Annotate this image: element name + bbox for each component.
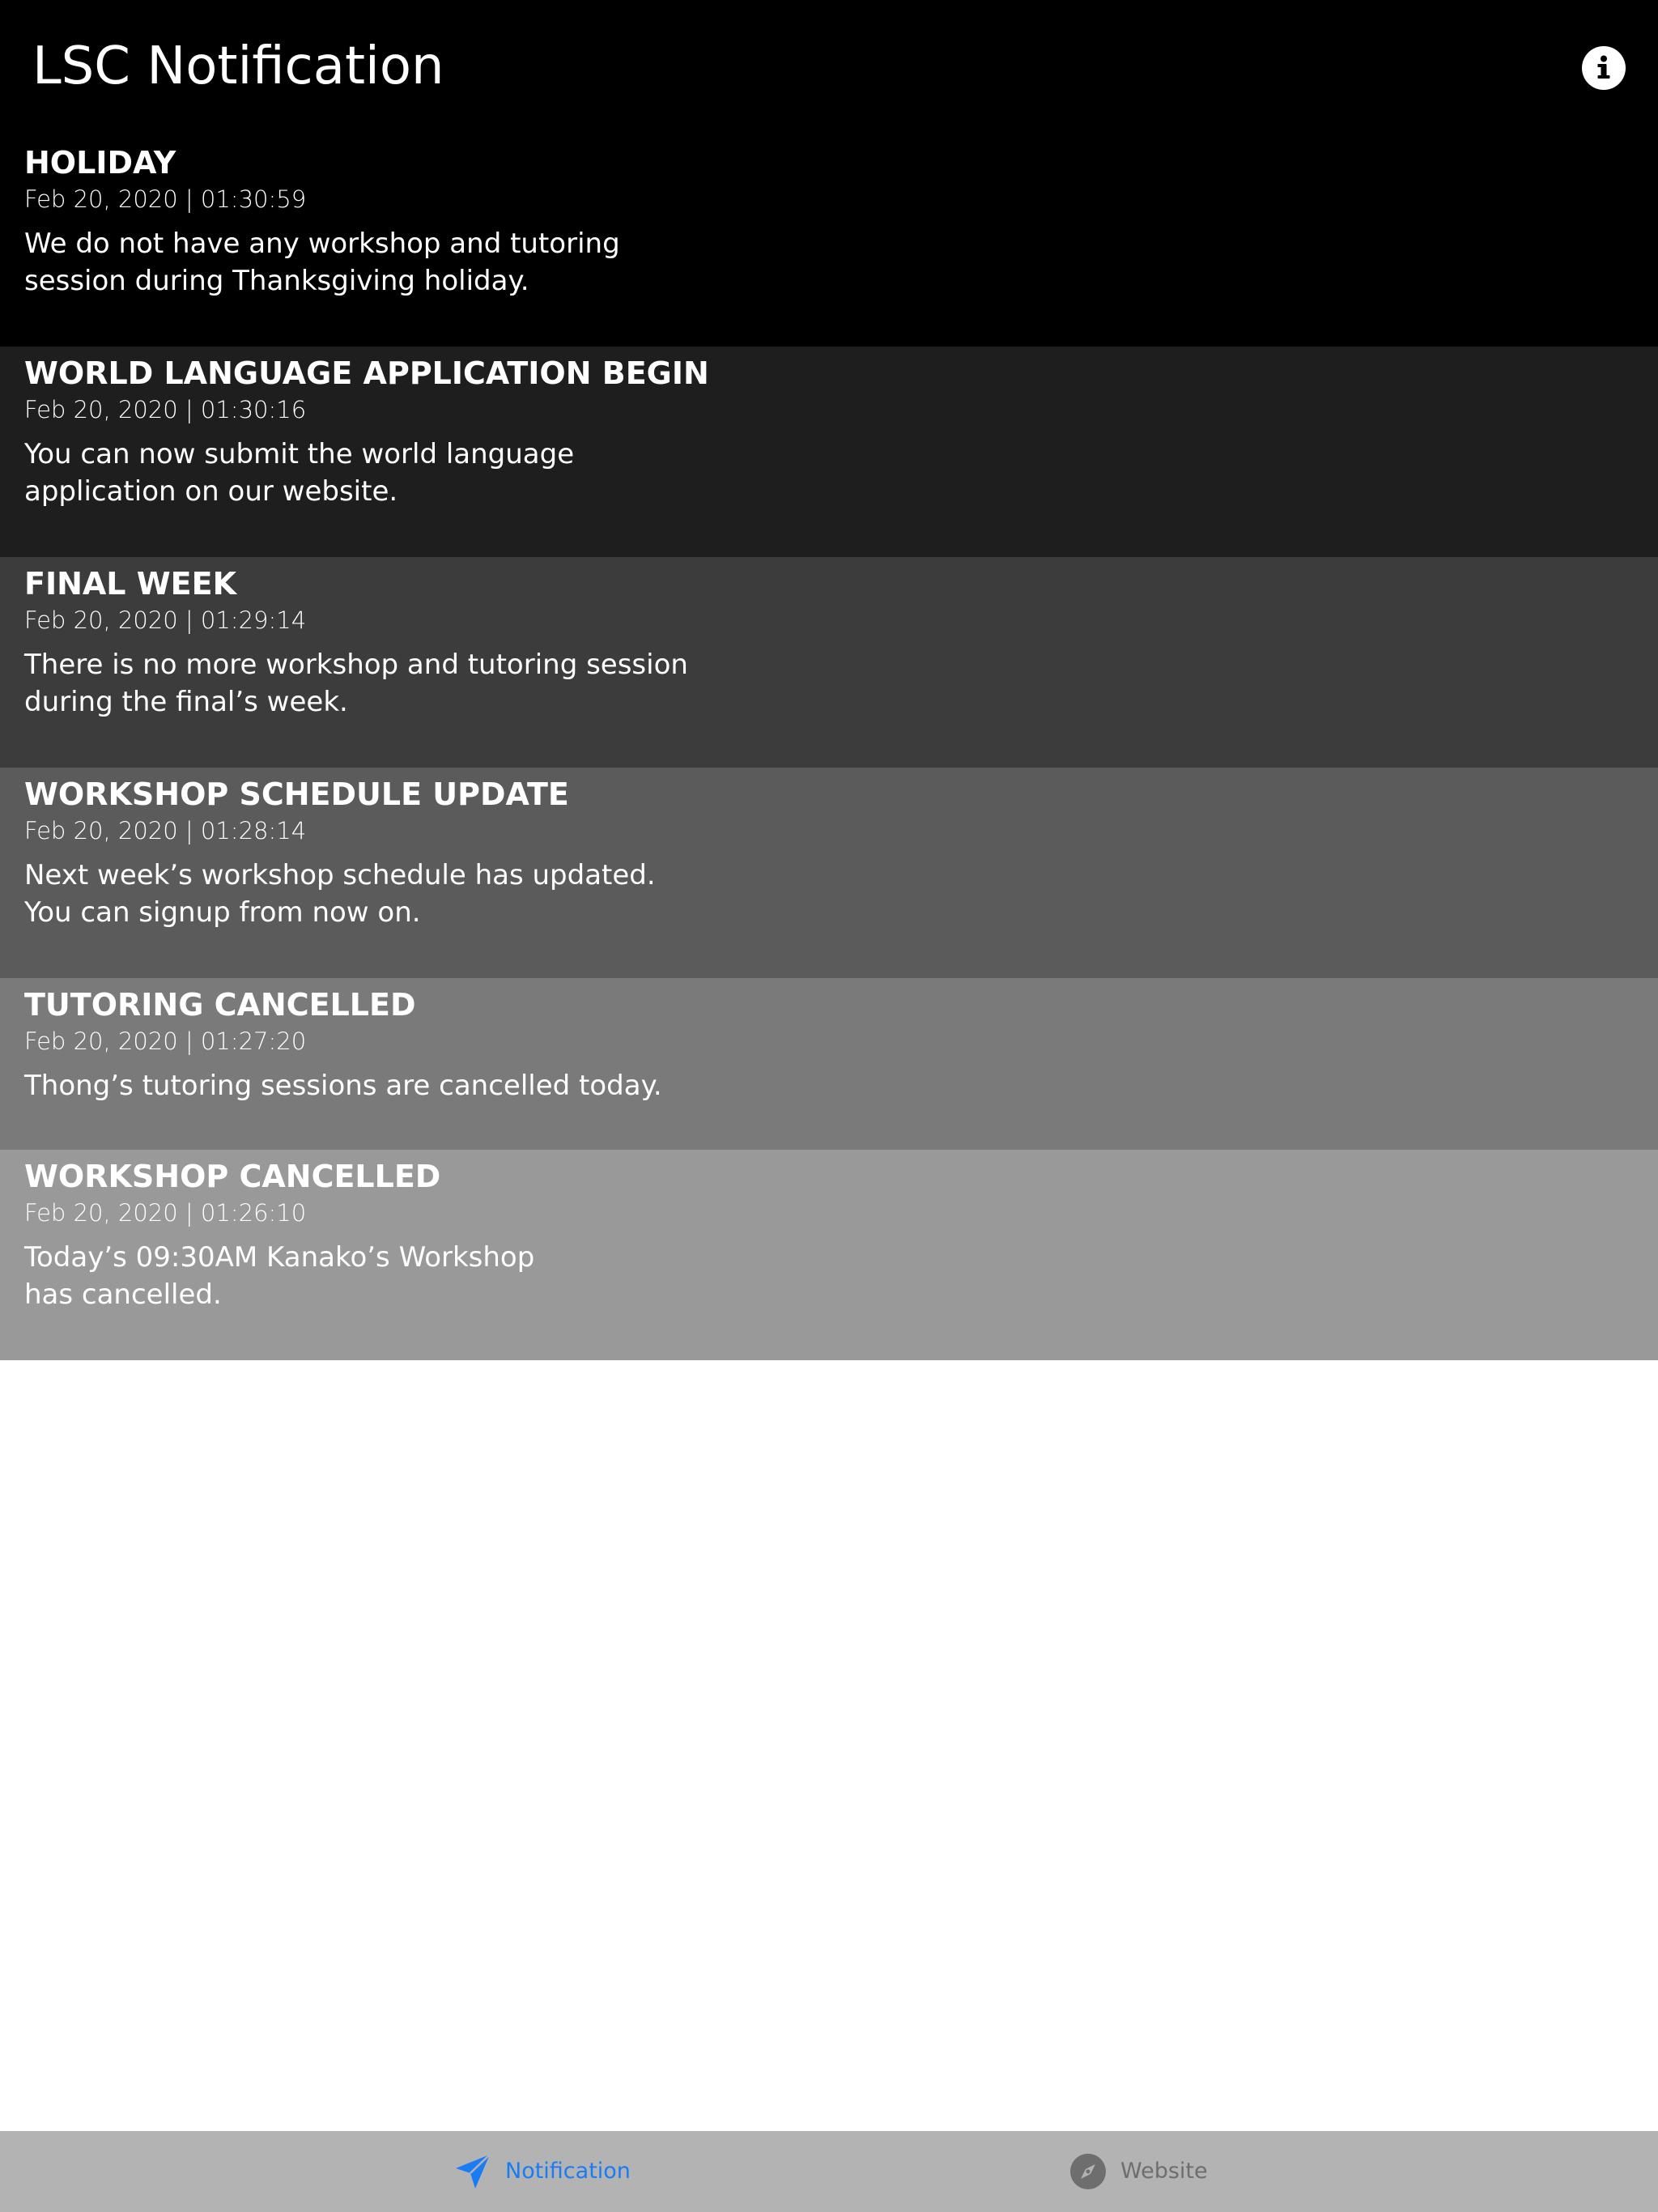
notification-body: Today’s 09:30AM Kanako’s Workshop has ca… — [24, 1241, 535, 1311]
notification-timestamp: Feb 20, 2020 | 01:29:14 — [24, 606, 307, 634]
notification-title: FINAL WEEK — [24, 566, 237, 602]
navigation-bar: LSC Notification — [0, 0, 1658, 136]
tab-website[interactable]: Website — [1069, 2131, 1208, 2212]
info-icon — [1597, 55, 1610, 79]
notification-body: You can now submit the world language ap… — [24, 438, 575, 508]
notification-timestamp: Feb 20, 2020 | 01:27:20 — [24, 1027, 307, 1055]
notification-body: Thong’s tutoring sessions are cancelled … — [24, 1070, 662, 1102]
compass-icon — [1069, 2152, 1107, 2191]
notification-item[interactable]: FINAL WEEK Feb 20, 2020 | 01:29:14 There… — [0, 557, 1658, 768]
notification-item[interactable]: WORKSHOP SCHEDULE UPDATE Feb 20, 2020 | … — [0, 768, 1658, 978]
notification-timestamp: Feb 20, 2020 | 01:28:14 — [24, 817, 307, 844]
notification-timestamp: Feb 20, 2020 | 01:30:16 — [24, 396, 307, 423]
notification-title: TUTORING CANCELLED — [24, 987, 416, 1023]
tab-label: Notification — [505, 2159, 631, 2184]
notification-list: HOLIDAY Feb 20, 2020 | 01:30:59 We do no… — [0, 136, 1658, 1360]
page-title: LSC Notification — [32, 36, 444, 96]
notification-body: Next week’s workshop schedule has update… — [24, 859, 656, 929]
tab-bar: Notification Website — [0, 2131, 1658, 2212]
notification-item[interactable]: HOLIDAY Feb 20, 2020 | 01:30:59 We do no… — [0, 136, 1658, 347]
notification-timestamp: Feb 20, 2020 | 01:30:59 — [24, 185, 307, 213]
notification-item[interactable]: WORKSHOP CANCELLED Feb 20, 2020 | 01:26:… — [0, 1150, 1658, 1360]
notification-title: WORKSHOP CANCELLED — [24, 1159, 441, 1194]
notification-body: We do not have any workshop and tutoring… — [24, 228, 620, 297]
paper-plane-icon — [453, 2152, 492, 2191]
tab-label: Website — [1120, 2159, 1208, 2184]
app-screen: LSC Notification HOLIDAY Feb 20, 2020 | … — [0, 0, 1658, 2212]
notification-body: There is no more workshop and tutoring s… — [24, 649, 688, 718]
tab-notification[interactable]: Notification — [453, 2131, 631, 2212]
notification-title: WORKSHOP SCHEDULE UPDATE — [24, 776, 569, 812]
notification-timestamp: Feb 20, 2020 | 01:26:10 — [24, 1199, 307, 1227]
info-button[interactable] — [1582, 46, 1626, 90]
notification-item[interactable]: TUTORING CANCELLED Feb 20, 2020 | 01:27:… — [0, 978, 1658, 1150]
notification-title: WORLD LANGUAGE APPLICATION BEGIN — [24, 355, 709, 391]
notification-item[interactable]: WORLD LANGUAGE APPLICATION BEGIN Feb 20,… — [0, 347, 1658, 557]
notification-title: HOLIDAY — [24, 145, 176, 181]
